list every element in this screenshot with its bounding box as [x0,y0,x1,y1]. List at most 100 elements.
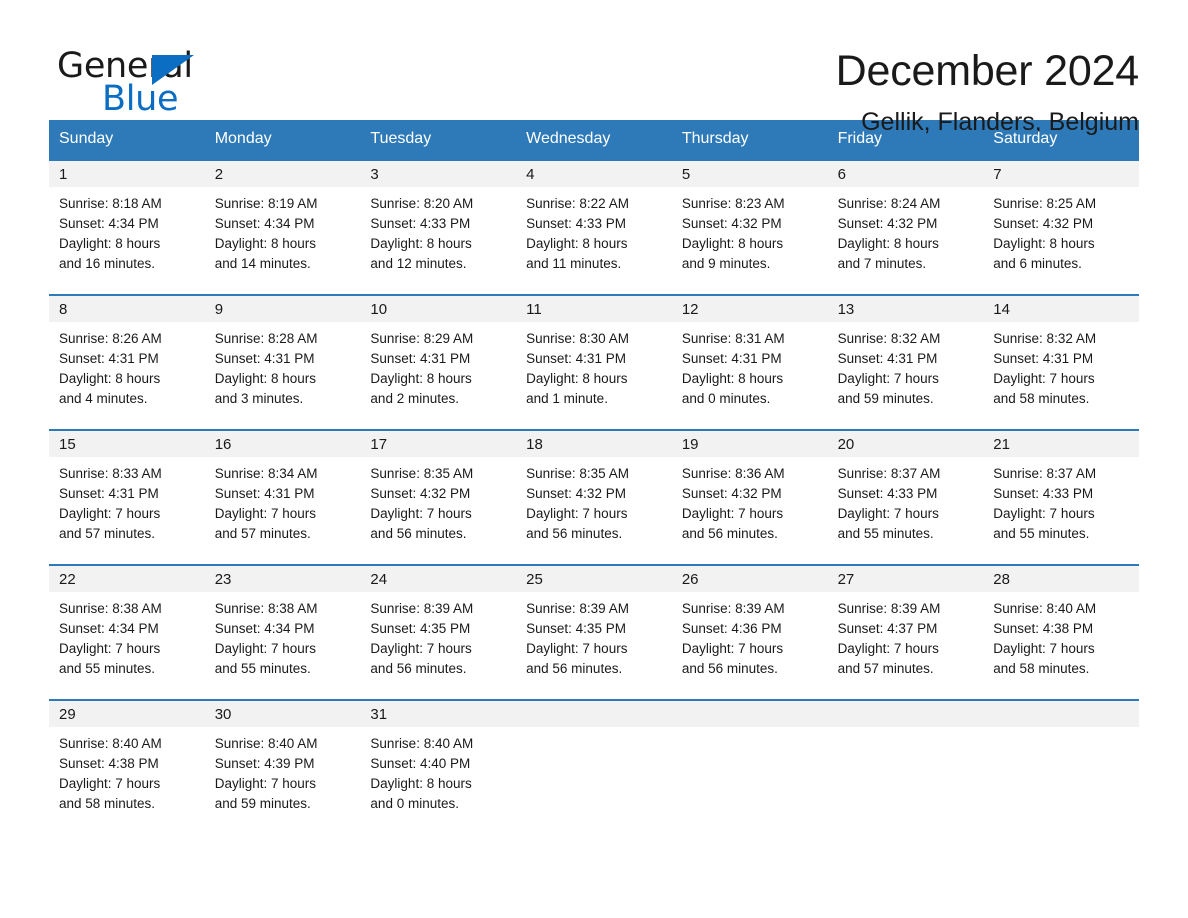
day-number-row: 31 [360,701,517,727]
calendar-day-cell[interactable]: 22 Sunrise: 8:38 AM Sunset: 4:34 PM Dayl… [49,566,205,699]
day-number-row [671,701,828,727]
daylight-text-line1: Daylight: 8 hours [214,371,317,386]
calendar-day-cell[interactable]: 24 Sunrise: 8:39 AM Sunset: 4:35 PM Dayl… [360,566,517,699]
day-number-row: 23 [204,566,361,592]
calendar-day-cell[interactable]: 16 Sunrise: 8:34 AM Sunset: 4:31 PM Dayl… [204,431,361,564]
sunset-text: Sunset: 4:31 PM [993,351,1094,366]
calendar-day-cell[interactable]: 31 Sunrise: 8:40 AM Sunset: 4:40 PM Dayl… [360,701,517,834]
calendar-day-cell[interactable]: 23 Sunrise: 8:38 AM Sunset: 4:34 PM Dayl… [204,566,361,699]
sunrise-text: Sunrise: 8:32 AM [993,331,1097,346]
day-number-row: 2 [204,161,361,187]
daylight-text-line1: Daylight: 8 hours [370,236,472,251]
sunrise-text: Sunrise: 8:33 AM [59,466,162,481]
logo-text-blue: Blue [102,79,179,119]
sunset-text: Sunset: 4:32 PM [370,486,471,501]
calendar-page: General Blue December 2024 Gellik, Fland… [0,0,1188,918]
sunset-text: Sunset: 4:32 PM [681,216,782,231]
sunrise-text: Sunrise: 8:19 AM [214,196,318,211]
day-number: 15 [59,435,76,453]
calendar-day-cell[interactable]: 21 Sunrise: 8:37 AM Sunset: 4:33 PM Dayl… [983,431,1139,564]
daylight-text-line1: Daylight: 7 hours [59,641,161,656]
calendar-day-cell[interactable]: 15 Sunrise: 8:33 AM Sunset: 4:31 PM Dayl… [49,431,205,564]
sunset-text: Sunset: 4:31 PM [681,351,782,366]
calendar-day-cell[interactable]: 9 Sunrise: 8:28 AM Sunset: 4:31 PM Dayli… [204,296,361,429]
day-number: 11 [526,300,542,318]
day-number-row: 29 [49,701,205,727]
sunset-text: Sunset: 4:33 PM [837,486,938,501]
sunset-text: Sunset: 4:31 PM [214,486,315,501]
day-details: Sunrise: 8:40 AM Sunset: 4:38 PM Dayligh… [49,727,205,814]
weekday-header-wednesday: Wednesday [526,130,611,147]
calendar-day-cell[interactable]: 30 Sunrise: 8:40 AM Sunset: 4:39 PM Dayl… [204,701,361,834]
calendar-day-cell[interactable]: 10 Sunrise: 8:29 AM Sunset: 4:31 PM Dayl… [360,296,517,429]
calendar-day-cell[interactable]: 11 Sunrise: 8:30 AM Sunset: 4:31 PM Dayl… [516,296,672,429]
weekday-header-thursday: Thursday [681,130,749,147]
day-number: 10 [370,300,388,318]
sunrise-text: Sunrise: 8:37 AM [993,466,1097,481]
day-number-row: 12 [671,296,828,322]
calendar-day-cell[interactable]: 28 Sunrise: 8:40 AM Sunset: 4:38 PM Dayl… [983,566,1139,699]
calendar-week-row: 29 Sunrise: 8:40 AM Sunset: 4:38 PM Dayl… [49,699,1139,834]
day-details: Sunrise: 8:40 AM Sunset: 4:40 PM Dayligh… [360,727,516,814]
sunrise-text: Sunrise: 8:34 AM [214,466,318,481]
sunset-text: Sunset: 4:40 PM [370,756,471,771]
calendar-day-cell[interactable]: 2 Sunrise: 8:19 AM Sunset: 4:34 PM Dayli… [204,161,361,294]
sunrise-text: Sunrise: 8:38 AM [59,601,162,616]
day-number-row: 21 [983,431,1139,457]
daylight-text-line1: Daylight: 7 hours [214,506,317,521]
calendar-day-cell[interactable]: 1 Sunrise: 8:18 AM Sunset: 4:34 PM Dayli… [49,161,205,294]
day-number-row: 24 [360,566,517,592]
day-number: 2 [214,165,224,183]
calendar-day-cell[interactable]: 19 Sunrise: 8:36 AM Sunset: 4:32 PM Dayl… [671,431,828,564]
daylight-text-line1: Daylight: 7 hours [370,641,472,656]
day-details: Sunrise: 8:26 AM Sunset: 4:31 PM Dayligh… [49,322,205,409]
sunrise-text: Sunrise: 8:23 AM [681,196,785,211]
sunset-text: Sunset: 4:33 PM [370,216,471,231]
sunrise-text: Sunrise: 8:28 AM [214,331,318,346]
calendar-day-cell[interactable]: 13 Sunrise: 8:32 AM Sunset: 4:31 PM Dayl… [827,296,984,429]
general-blue-logo: General Blue [49,44,239,120]
daylight-text-line2: and 16 minutes. [59,256,156,271]
calendar-day-cell[interactable]: 25 Sunrise: 8:39 AM Sunset: 4:35 PM Dayl… [516,566,672,699]
calendar-day-cell[interactable]: 14 Sunrise: 8:32 AM Sunset: 4:31 PM Dayl… [983,296,1139,429]
calendar-day-cell[interactable]: 6 Sunrise: 8:24 AM Sunset: 4:32 PM Dayli… [827,161,984,294]
calendar-day-cell[interactable]: 20 Sunrise: 8:37 AM Sunset: 4:33 PM Dayl… [827,431,984,564]
daylight-text-line1: Daylight: 7 hours [993,371,1095,386]
sunrise-text: Sunrise: 8:35 AM [526,466,629,481]
calendar-day-cell[interactable]: 3 Sunrise: 8:20 AM Sunset: 4:33 PM Dayli… [360,161,517,294]
calendar-day-cell[interactable]: 12 Sunrise: 8:31 AM Sunset: 4:31 PM Dayl… [671,296,828,429]
calendar-day-cell[interactable]: 18 Sunrise: 8:35 AM Sunset: 4:32 PM Dayl… [516,431,672,564]
calendar-day-cell[interactable]: 7 Sunrise: 8:25 AM Sunset: 4:32 PM Dayli… [983,161,1139,294]
sunset-text: Sunset: 4:34 PM [59,621,159,636]
day-number-row: 10 [360,296,517,322]
calendar-day-cell[interactable]: 8 Sunrise: 8:26 AM Sunset: 4:31 PM Dayli… [49,296,205,429]
sunset-text: Sunset: 4:38 PM [59,756,159,771]
calendar-day-cell[interactable]: 17 Sunrise: 8:35 AM Sunset: 4:32 PM Dayl… [360,431,517,564]
calendar-day-cell[interactable]: 26 Sunrise: 8:39 AM Sunset: 4:36 PM Dayl… [671,566,828,699]
calendar-day-cell[interactable]: 4 Sunrise: 8:22 AM Sunset: 4:33 PM Dayli… [516,161,672,294]
calendar-day-cell[interactable]: 29 Sunrise: 8:40 AM Sunset: 4:38 PM Dayl… [49,701,205,834]
day-details: Sunrise: 8:39 AM Sunset: 4:35 PM Dayligh… [360,592,516,679]
day-details: Sunrise: 8:18 AM Sunset: 4:34 PM Dayligh… [49,187,205,274]
daylight-text-line1: Daylight: 8 hours [681,236,784,251]
day-number: 4 [526,165,535,183]
day-details: Sunrise: 8:38 AM Sunset: 4:34 PM Dayligh… [49,592,205,679]
sunrise-text: Sunrise: 8:40 AM [993,601,1097,616]
sunset-text: Sunset: 4:31 PM [370,351,471,366]
sunset-text: Sunset: 4:31 PM [59,486,159,501]
calendar-week-row: 1 Sunrise: 8:18 AM Sunset: 4:34 PM Dayli… [49,159,1139,294]
day-details: Sunrise: 8:28 AM Sunset: 4:31 PM Dayligh… [205,322,361,409]
calendar-day-cell[interactable]: 5 Sunrise: 8:23 AM Sunset: 4:32 PM Dayli… [671,161,828,294]
daylight-text-line1: Daylight: 7 hours [681,641,784,656]
sunset-text: Sunset: 4:32 PM [837,216,938,231]
calendar-day-cell[interactable]: 27 Sunrise: 8:39 AM Sunset: 4:37 PM Dayl… [827,566,984,699]
daylight-text-line1: Daylight: 8 hours [214,236,317,251]
daylight-text-line2: and 56 minutes. [370,526,467,541]
day-number-row: 4 [516,161,672,187]
daylight-text-line1: Daylight: 8 hours [993,236,1095,251]
daylight-text-line2: and 12 minutes. [370,256,467,271]
calendar-day-cell-empty [516,701,672,834]
daylight-text-line2: and 55 minutes. [993,526,1090,541]
calendar-day-cell-empty [671,701,828,834]
daylight-text-line2: and 56 minutes. [681,526,778,541]
